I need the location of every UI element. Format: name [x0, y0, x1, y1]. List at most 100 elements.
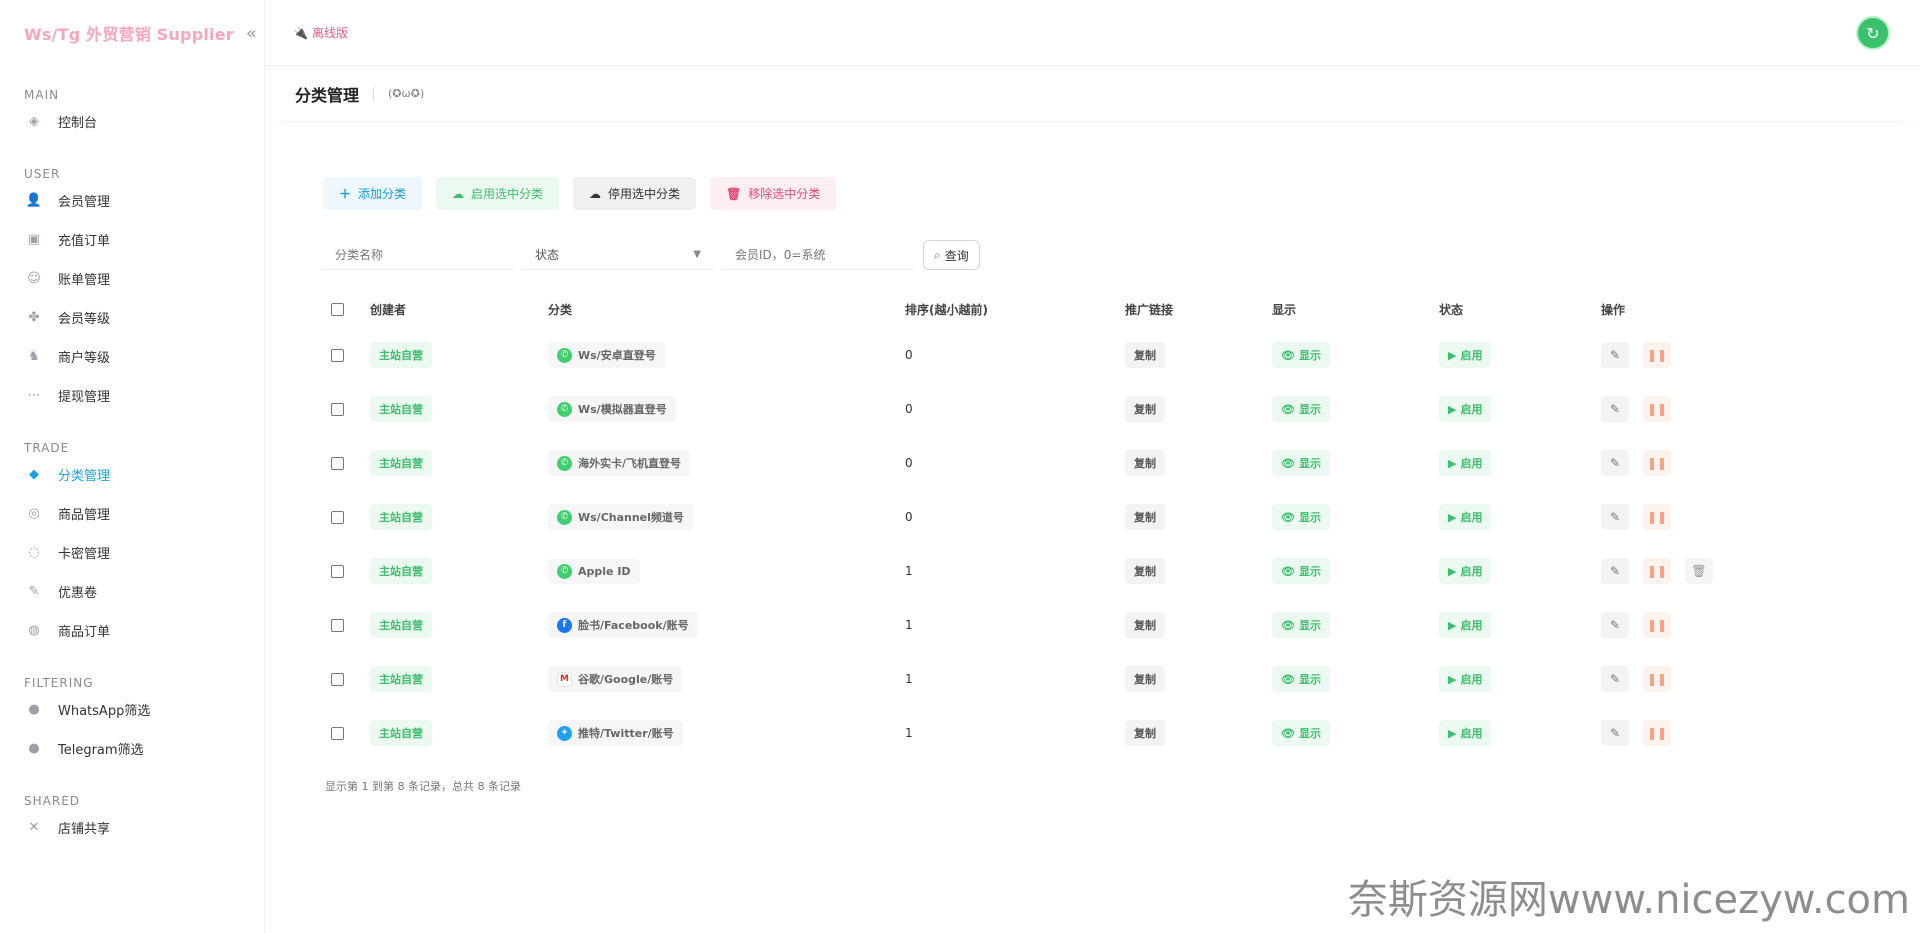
sidebar-item-label: 优惠卷 — [58, 586, 98, 601]
show-toggle[interactable]: 👁 显示 — [1272, 342, 1330, 368]
copy-link-button[interactable]: 复制 — [1125, 396, 1165, 422]
sidebar-item-label: 店铺共享 — [58, 822, 111, 837]
sidebar-item-1-4[interactable]: ♞ 商户等级 — [0, 337, 264, 376]
status-label: 启用 — [1460, 673, 1483, 686]
status-select[interactable]: 状态 ▼ — [523, 240, 713, 270]
copy-link-button[interactable]: 复制 — [1125, 558, 1165, 584]
member-level-icon: ✤ — [28, 310, 40, 325]
pause-button[interactable]: ❚❚ — [1643, 558, 1671, 584]
pause-button[interactable]: ❚❚ — [1643, 504, 1671, 530]
sidebar-item-3-0[interactable]: ● WhatsApp筛选 — [0, 690, 264, 729]
show-label: 显示 — [1298, 727, 1321, 740]
edit-button[interactable]: ✎ — [1601, 720, 1629, 746]
sidebar-item-1-5[interactable]: ⋯ 提现管理 — [0, 376, 264, 415]
status-toggle[interactable]: ▶ 启用 — [1439, 612, 1492, 638]
pause-button[interactable]: ❚❚ — [1643, 450, 1671, 476]
category-name-input[interactable] — [323, 240, 513, 270]
enable-selected-button[interactable]: ☁ 启用选中分类 — [436, 177, 560, 210]
show-toggle[interactable]: 👁 显示 — [1272, 396, 1330, 422]
add-category-button[interactable]: ＋ 添加分类 — [323, 177, 423, 210]
header-link: 推广链接 — [1125, 302, 1174, 317]
select-all-checkbox[interactable] — [331, 302, 344, 316]
status-toggle[interactable]: ▶ 启用 — [1439, 450, 1492, 476]
copy-link-button[interactable]: 复制 — [1125, 666, 1165, 692]
sidebar-item-0-0[interactable]: ◈ 控制台 — [0, 102, 264, 141]
sort-value: 0 — [905, 402, 913, 416]
pause-button[interactable]: ❚❚ — [1643, 720, 1671, 746]
status-toggle[interactable]: ▶ 启用 — [1439, 666, 1492, 692]
avatar[interactable]: ↻ — [1856, 16, 1890, 50]
show-toggle[interactable]: 👁 显示 — [1272, 612, 1330, 638]
category-name: 海外实卡/飞机直登号 — [578, 457, 682, 470]
status-toggle[interactable]: ▶ 启用 — [1439, 558, 1492, 584]
play-circle-icon: ▶ — [1448, 402, 1457, 416]
disable-selected-button[interactable]: ☁ 停用选中分类 — [573, 177, 697, 210]
show-toggle[interactable]: 👁 显示 — [1272, 666, 1330, 692]
search-button[interactable]: ⌕ 查询 — [923, 240, 980, 270]
edit-button[interactable]: ✎ — [1601, 504, 1629, 530]
header-category: 分类 — [548, 302, 573, 317]
facebook-icon: f — [557, 617, 572, 633]
pause-button[interactable]: ❚❚ — [1643, 396, 1671, 422]
pause-icon: ❚❚ — [1646, 672, 1668, 686]
row-checkbox[interactable] — [331, 402, 344, 416]
edit-button[interactable]: ✎ — [1601, 666, 1629, 692]
edit-button[interactable]: ✎ — [1601, 612, 1629, 638]
status-toggle[interactable]: ▶ 启用 — [1439, 504, 1492, 530]
status-toggle[interactable]: ▶ 启用 — [1439, 396, 1492, 422]
delete-button[interactable]: 🗑 — [1685, 558, 1713, 584]
member-id-input[interactable] — [723, 240, 913, 270]
show-toggle[interactable]: 👁 显示 — [1272, 504, 1330, 530]
copy-link-button[interactable]: 复制 — [1125, 720, 1165, 746]
nav-section-user: USER 👤 会员管理 ▣ 充值订单 ☺ 账单管理 ✤ 会员等级 ♞ 商户等级 … — [0, 159, 264, 415]
sidebar-item-2-2[interactable]: ◌ 卡密管理 — [0, 533, 264, 572]
row-checkbox[interactable] — [331, 672, 344, 686]
status-toggle[interactable]: ▶ 启用 — [1439, 720, 1492, 746]
pause-button[interactable]: ❚❚ — [1643, 342, 1671, 368]
sidebar-item-1-1[interactable]: ▣ 充值订单 — [0, 220, 264, 259]
sidebar-item-1-2[interactable]: ☺ 账单管理 — [0, 259, 264, 298]
sidebar-item-2-3[interactable]: ✎ 优惠卷 — [0, 572, 264, 611]
row-checkbox[interactable] — [331, 564, 344, 578]
sidebar-item-label: 会员管理 — [58, 195, 111, 210]
row-checkbox[interactable] — [331, 618, 344, 632]
edit-button[interactable]: ✎ — [1601, 558, 1629, 584]
row-checkbox[interactable] — [331, 510, 344, 524]
show-toggle[interactable]: 👁 显示 — [1272, 450, 1330, 476]
row-checkbox[interactable] — [331, 348, 344, 362]
creator-badge: 主站自营 — [370, 504, 432, 530]
edit-button[interactable]: ✎ — [1601, 396, 1629, 422]
creator-badge: 主站自营 — [370, 450, 432, 476]
category-name: Ws/安卓直登号 — [578, 349, 656, 362]
status-toggle[interactable]: ▶ 启用 — [1439, 342, 1492, 368]
remove-selected-button[interactable]: 🗑 移除选中分类 — [710, 177, 837, 210]
sidebar-item-4-0[interactable]: ✕ 店铺共享 — [0, 808, 264, 847]
sidebar-item-2-0[interactable]: ◆ 分类管理 — [0, 455, 264, 494]
pause-button[interactable]: ❚❚ — [1643, 666, 1671, 692]
sidebar-item-2-4[interactable]: ◍ 商品订单 — [0, 611, 264, 650]
sidebar-item-3-1[interactable]: ● Telegram筛选 — [0, 729, 264, 768]
sidebar-item-2-1[interactable]: ◎ 商品管理 — [0, 494, 264, 533]
row-checkbox[interactable] — [331, 726, 344, 740]
category-pill: M 谷歌/Google/账号 — [548, 666, 683, 692]
header-status: 状态 — [1439, 302, 1464, 317]
edit-button[interactable]: ✎ — [1601, 450, 1629, 476]
collapse-sidebar-icon[interactable]: « — [246, 23, 257, 44]
sidebar-item-1-3[interactable]: ✤ 会员等级 — [0, 298, 264, 337]
show-toggle[interactable]: 👁 显示 — [1272, 558, 1330, 584]
pause-icon: ❚❚ — [1646, 564, 1668, 578]
copy-link-button[interactable]: 复制 — [1125, 342, 1165, 368]
nav-heading: TRADE — [24, 441, 70, 455]
dashboard-icon: ◈ — [29, 114, 39, 129]
show-toggle[interactable]: 👁 显示 — [1272, 720, 1330, 746]
row-checkbox[interactable] — [331, 456, 344, 470]
sidebar-item-1-0[interactable]: 👤 会员管理 — [0, 181, 264, 220]
pause-button[interactable]: ❚❚ — [1643, 612, 1671, 638]
copy-link-button[interactable]: 复制 — [1125, 450, 1165, 476]
edit-button[interactable]: ✎ — [1601, 342, 1629, 368]
eye-icon: 👁 — [1281, 726, 1295, 740]
sidebar-item-label: 商品订单 — [58, 625, 111, 640]
chevron-down-icon: ▼ — [693, 249, 701, 260]
copy-link-button[interactable]: 复制 — [1125, 504, 1165, 530]
copy-link-button[interactable]: 复制 — [1125, 612, 1165, 638]
